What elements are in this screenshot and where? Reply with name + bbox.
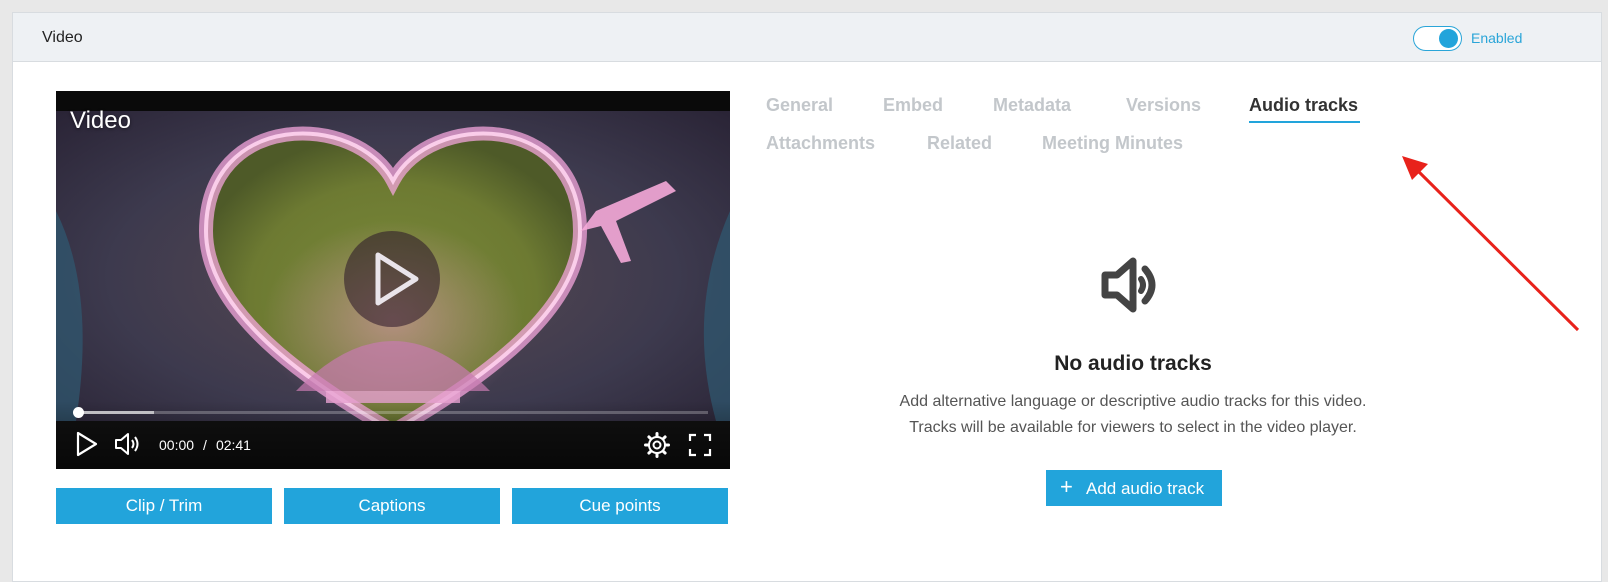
empty-state-title: No audio tracks (1054, 352, 1212, 375)
panel-title: Video (42, 29, 83, 46)
toggle-label: Enabled (1471, 30, 1523, 46)
play-icon (375, 252, 419, 306)
empty-state-description-line1: Add alternative language or descriptive … (899, 393, 1367, 410)
big-play-button[interactable] (344, 231, 440, 327)
player-controls: 00:00 / 02:41 (56, 401, 730, 469)
fullscreen-icon[interactable] (688, 433, 712, 457)
progress-handle[interactable] (73, 407, 84, 418)
video-player[interactable]: Video 00:00 / 02:41 (56, 91, 730, 469)
add-audio-track-button[interactable]: + Add audio track (1046, 470, 1222, 506)
time-display: 00:00 / 02:41 (159, 437, 251, 453)
time-separator: / (203, 437, 207, 453)
current-time: 00:00 (159, 437, 195, 453)
tab-general[interactable]: General (766, 95, 833, 116)
empty-state-description-line2: Tracks will be available for viewers to … (909, 419, 1357, 436)
play-icon[interactable] (74, 431, 98, 457)
add-audio-track-label: Add audio track (1086, 479, 1205, 498)
video-panel: Video Enabled Video 00:00 / 02:41 Clip /… (12, 12, 1602, 582)
captions-button[interactable]: Captions (284, 488, 500, 524)
settings-gear-icon[interactable] (644, 432, 670, 458)
plus-icon: + (1060, 474, 1073, 499)
clip-trim-button[interactable]: Clip / Trim (56, 488, 272, 524)
duration: 02:41 (215, 437, 251, 453)
cue-points-button[interactable]: Cue points (512, 488, 728, 524)
toggle-knob (1439, 29, 1458, 48)
progress-buffer (76, 411, 154, 414)
volume-icon[interactable] (114, 431, 142, 457)
video-overlay-title: Video (70, 107, 131, 134)
progress-bar[interactable] (73, 407, 708, 418)
